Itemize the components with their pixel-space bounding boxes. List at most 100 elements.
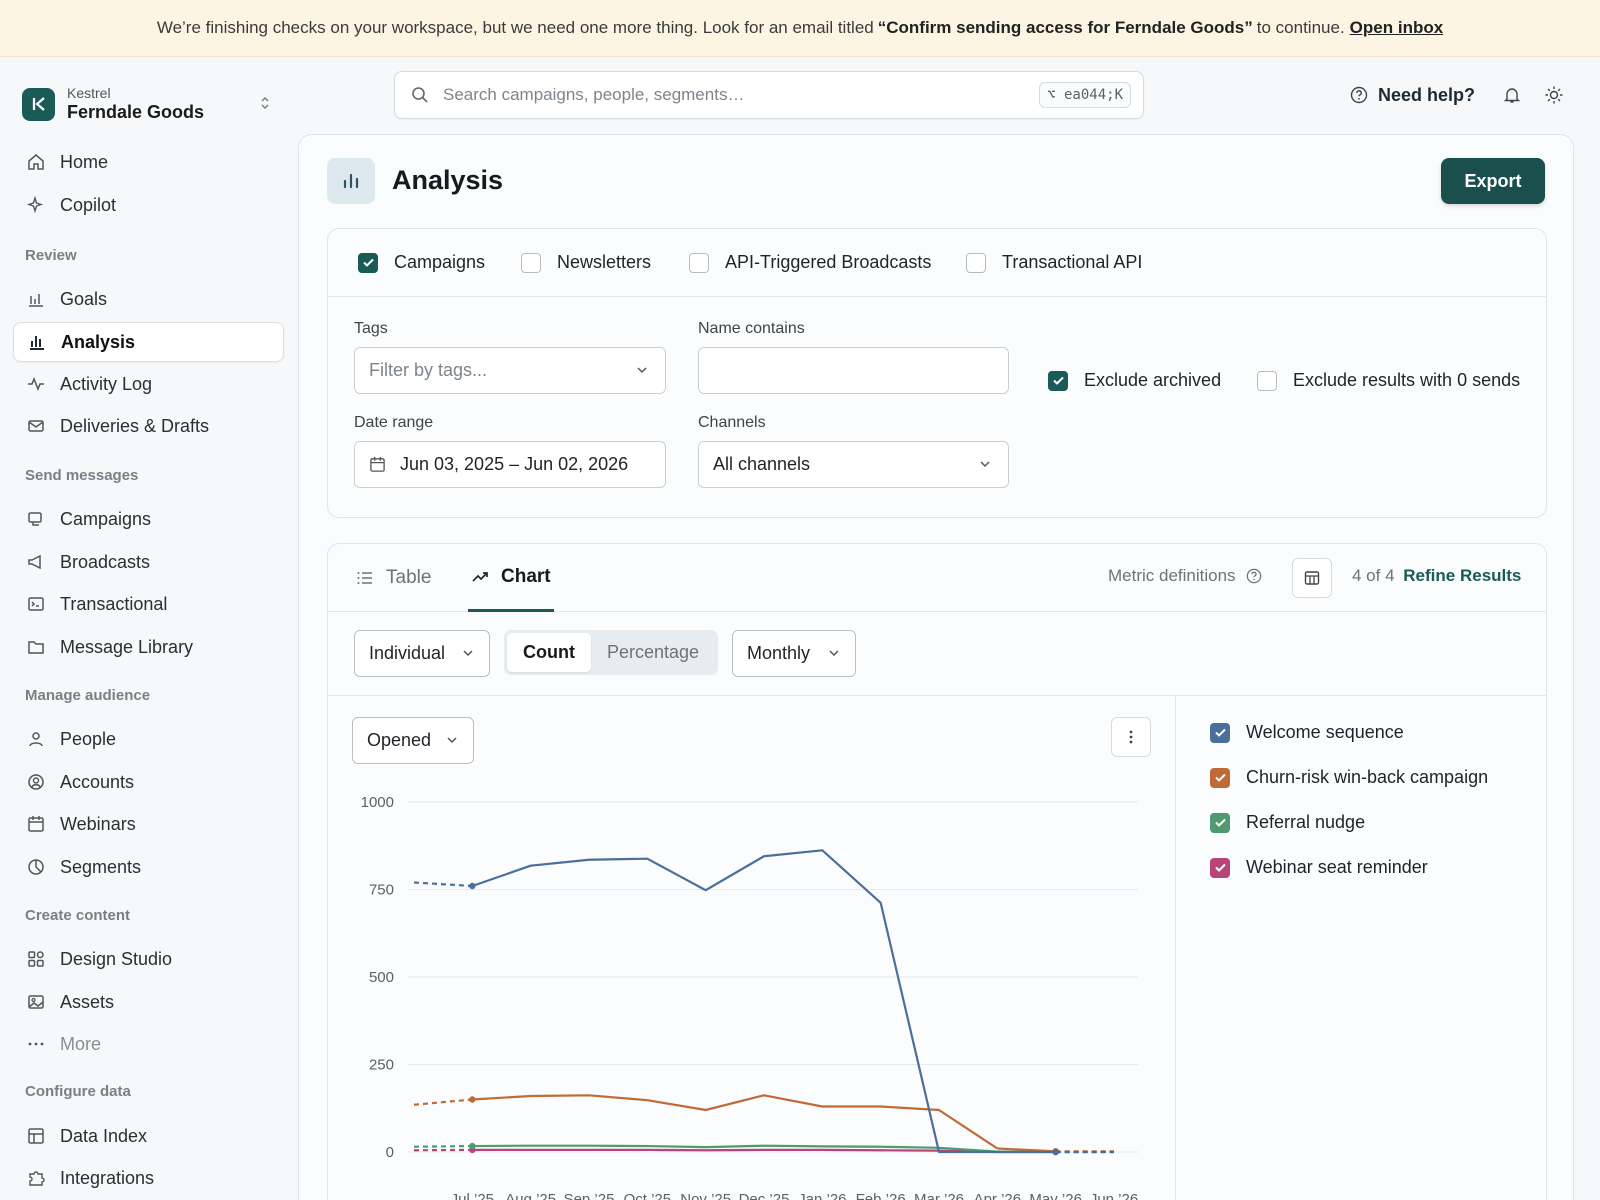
series-point xyxy=(1052,1148,1059,1155)
section-review: Review xyxy=(25,247,77,264)
megaphone-icon xyxy=(26,552,46,572)
exclude-zero-sends-checkbox[interactable]: Exclude results with 0 sends xyxy=(1257,370,1520,391)
terminal-icon xyxy=(26,594,46,614)
legend-item-referral-nudge[interactable]: Referral nudge xyxy=(1210,812,1365,833)
workspace-switcher[interactable]: Kestrel Ferndale Goods xyxy=(22,84,284,124)
sidebar-item-label: Copilot xyxy=(60,194,117,215)
metric-select[interactable]: Opened xyxy=(352,717,474,764)
sidebar-item-deliveries[interactable]: Deliveries & Drafts xyxy=(13,406,284,446)
series-partial-segment xyxy=(413,1144,473,1148)
sidebar-item-activity-log[interactable]: Activity Log xyxy=(13,364,284,404)
kebab-icon xyxy=(1129,729,1133,745)
type-transactional-api-checkbox[interactable]: Transactional API xyxy=(966,252,1142,273)
date-range-picker[interactable]: Jun 03, 2025 – Jun 02, 2026 xyxy=(354,441,666,488)
global-search[interactable]: ⌥ ea044;K xyxy=(394,71,1144,119)
chart-menu-button[interactable] xyxy=(1111,717,1151,757)
metric-value: Opened xyxy=(367,730,432,750)
exclude-archived-checkbox[interactable]: Exclude archived xyxy=(1048,370,1221,391)
channels-select[interactable]: All channels xyxy=(698,441,1009,488)
sidebar-item-webinars[interactable]: Webinars xyxy=(13,804,284,844)
sidebar-item-broadcasts[interactable]: Broadcasts xyxy=(13,542,284,582)
results-count: 4 of 4 Refine Results xyxy=(1352,566,1521,586)
checkbox-box xyxy=(521,252,541,273)
legend-label: Referral nudge xyxy=(1246,812,1366,832)
main-panel: Analysis Export Campaigns Newsletters AP… xyxy=(298,134,1574,1200)
export-button[interactable]: Export xyxy=(1441,158,1545,204)
metric-definitions-label: Metric definitions xyxy=(1108,566,1236,585)
sidebar-item-home[interactable]: Home xyxy=(13,142,284,182)
count-option[interactable]: Count xyxy=(507,633,591,672)
channels-value: All channels xyxy=(713,454,811,474)
interval-value: Monthly xyxy=(747,643,811,663)
view-tabs: Table Chart Metric definitions 4 of 4 Re… xyxy=(328,544,1546,612)
type-newsletters-checkbox[interactable]: Newsletters xyxy=(521,252,651,273)
mode-value: Individual xyxy=(369,643,446,663)
check-icon xyxy=(358,252,378,273)
check-icon xyxy=(1210,767,1230,788)
x-tick-label: Feb ’26 xyxy=(856,1191,906,1200)
sidebar: Kestrel Ferndale Goods Home Copilot Revi… xyxy=(0,58,296,1200)
sidebar-item-accounts[interactable]: Accounts xyxy=(13,762,284,802)
sidebar-item-transactional[interactable]: Transactional xyxy=(13,584,284,624)
sidebar-item-copilot[interactable]: Copilot xyxy=(13,185,284,225)
sidebar-item-design-studio[interactable]: Design Studio xyxy=(13,939,284,979)
sidebar-item-goals[interactable]: Goals xyxy=(13,279,284,319)
chart-legend: Welcome sequence Churn-risk win-back cam… xyxy=(1176,696,1546,1200)
refine-results-link[interactable]: Refine Results xyxy=(1403,566,1521,585)
x-tick-label: May ’26 xyxy=(1029,1191,1082,1200)
bar-chart-icon xyxy=(26,289,46,309)
org-name: Kestrel xyxy=(67,85,111,101)
section-send-messages: Send messages xyxy=(25,467,139,484)
series-point xyxy=(469,1142,476,1150)
sidebar-item-integrations[interactable]: Integrations xyxy=(13,1158,284,1198)
sidebar-item-more[interactable]: More xyxy=(13,1024,284,1064)
x-tick-label: Nov ’25 xyxy=(680,1191,731,1200)
x-tick-label: Apr ’26 xyxy=(974,1191,1022,1200)
sidebar-item-segments[interactable]: Segments xyxy=(13,847,284,887)
columns-button[interactable] xyxy=(1292,558,1332,598)
sidebar-item-message-library[interactable]: Message Library xyxy=(13,627,284,667)
trending-up-icon xyxy=(471,568,489,586)
series-line xyxy=(472,1148,998,1154)
metric-definitions-link[interactable]: Metric definitions xyxy=(1108,566,1262,586)
tab-table[interactable]: Table xyxy=(356,544,431,612)
message-type-filters: Campaigns Newsletters API-Triggered Broa… xyxy=(328,229,1546,297)
exclude-zero-label: Exclude results with 0 sends xyxy=(1293,370,1521,390)
legend-item-welcome-sequence[interactable]: Welcome sequence xyxy=(1210,722,1404,743)
tab-chart[interactable]: Chart xyxy=(468,544,554,612)
sidebar-item-assets[interactable]: Assets xyxy=(13,982,284,1022)
percentage-option[interactable]: Percentage xyxy=(591,633,715,672)
y-tick-label: 750 xyxy=(369,882,394,899)
sidebar-item-data-index[interactable]: Data Index xyxy=(13,1116,284,1156)
name-contains-input[interactable] xyxy=(713,348,1008,393)
legend-item-webinar-reminder[interactable]: Webinar seat reminder xyxy=(1210,857,1428,878)
results-panel: Table Chart Metric definitions 4 of 4 Re… xyxy=(327,543,1547,1200)
line-chart: 0 250 500 750 1000 Jul ’25 Aug ’25 Sep ’25 Oct ’… xyxy=(361,794,1139,1200)
name-contains-field[interactable] xyxy=(698,347,1009,394)
open-inbox-link[interactable]: Open inbox xyxy=(1350,18,1444,38)
channels-label: Channels xyxy=(698,414,766,431)
chevron-down-icon xyxy=(461,646,475,660)
theme-toggle-icon[interactable] xyxy=(1543,84,1565,106)
mode-select[interactable]: Individual xyxy=(354,630,490,677)
search-input[interactable] xyxy=(443,85,1023,105)
tags-select[interactable]: Filter by tags... xyxy=(354,347,666,394)
sidebar-item-people[interactable]: People xyxy=(13,719,284,759)
exclude-archived-label: Exclude archived xyxy=(1084,370,1222,390)
type-api-broadcasts-checkbox[interactable]: API-Triggered Broadcasts xyxy=(689,252,931,273)
need-help-button[interactable]: Need help? xyxy=(1350,80,1475,110)
series-point xyxy=(1052,1148,1059,1156)
tab-label: Chart xyxy=(501,565,551,587)
x-tick-label: Oct ’25 xyxy=(624,1191,672,1200)
sidebar-item-analysis[interactable]: Analysis xyxy=(13,322,284,362)
series-partial-segment xyxy=(413,881,473,888)
search-icon xyxy=(411,86,429,104)
sidebar-item-campaigns[interactable]: Campaigns xyxy=(13,499,284,539)
list-icon xyxy=(356,569,374,587)
interval-select[interactable]: Monthly xyxy=(732,630,856,677)
series-point xyxy=(1052,1148,1059,1156)
type-campaigns-checkbox[interactable]: Campaigns xyxy=(358,252,485,273)
legend-item-churn-risk[interactable]: Churn-risk win-back campaign xyxy=(1210,767,1488,788)
section-configure-data: Configure data xyxy=(25,1083,131,1100)
bell-icon[interactable] xyxy=(1501,84,1523,106)
